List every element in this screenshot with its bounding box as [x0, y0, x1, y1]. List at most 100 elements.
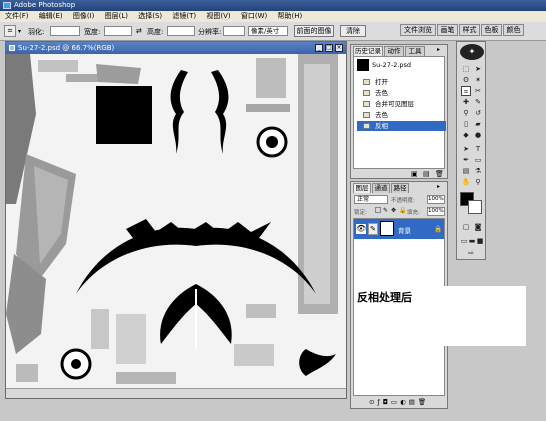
standard-mode-icon[interactable]: ▢	[461, 222, 471, 232]
dodge-tool-icon[interactable]: ●	[473, 130, 483, 140]
feather-label: 羽化:	[28, 28, 45, 36]
shape-tool-icon[interactable]: ▭	[473, 155, 483, 165]
blend-mode-select[interactable]: 正常	[354, 195, 388, 204]
menu-help[interactable]: 帮助(H)	[277, 12, 302, 20]
menu-filter[interactable]: 滤镜(T)	[172, 12, 196, 20]
history-brush-tool-icon[interactable]: ↺	[473, 108, 483, 118]
menu-window[interactable]: 窗口(W)	[241, 12, 267, 20]
history-item-selected[interactable]: 反相	[357, 121, 446, 131]
tab-history[interactable]: 历史记录	[353, 46, 383, 56]
close-icon[interactable]: ×	[335, 44, 343, 52]
background-color-swatch[interactable]	[468, 200, 482, 214]
well-tab-color[interactable]: 颜色	[503, 24, 524, 36]
history-item[interactable]: 去色	[357, 88, 446, 98]
menu-file[interactable]: 文件(F)	[5, 12, 29, 20]
marquee-tool-icon[interactable]: ⬚	[461, 64, 471, 74]
resolution-unit-select[interactable]: 像素/英寸	[248, 26, 288, 36]
width-input[interactable]	[104, 26, 132, 36]
opacity-label: 不透明度:	[391, 198, 415, 204]
trash-icon[interactable]: 🗑	[435, 170, 444, 178]
tab-layers[interactable]: 图层	[353, 183, 371, 193]
new-layer-icon[interactable]: ▤	[409, 398, 418, 406]
eyedropper-tool-icon[interactable]: ⚗	[473, 166, 483, 176]
history-item[interactable]: 打开	[357, 77, 446, 87]
type-tool-icon[interactable]: T	[473, 144, 483, 154]
magic-wand-tool-icon[interactable]: ✶	[473, 75, 483, 85]
feather-input[interactable]	[50, 26, 80, 36]
toolbox: ✦ ⬚ ➤ ʘ ✶ ⌗ ✂ ✚ ✎ ⚲ ↺ ▯ ▰ ◆ ● ➤ T ✒ ▭ ▤ …	[456, 41, 486, 260]
maximize-icon[interactable]: □	[325, 44, 333, 52]
history-state-icon	[363, 79, 370, 85]
tab-actions[interactable]: 动作	[384, 46, 404, 56]
panel-menu-icon[interactable]: ▸	[437, 183, 440, 190]
move-lock-icon[interactable]: ✥	[391, 207, 396, 214]
new-document-icon[interactable]: ▤	[423, 170, 430, 178]
menu-layer[interactable]: 图层(L)	[105, 12, 128, 20]
folder-icon[interactable]: ▭	[391, 398, 400, 406]
lasso-tool-icon[interactable]: ʘ	[461, 75, 471, 85]
zoom-tool-icon[interactable]: ⚲	[473, 177, 483, 187]
panel-menu-icon[interactable]: ▸	[437, 46, 440, 53]
trash-icon[interactable]: 🗑	[418, 398, 429, 406]
lock-icon[interactable]: 🔒	[399, 207, 406, 214]
layer-name: 背景	[398, 227, 411, 235]
tab-paths[interactable]: 路径	[391, 183, 409, 193]
move-tool-icon[interactable]: ➤	[473, 64, 483, 74]
resolution-input[interactable]	[223, 26, 245, 36]
document-status-bar	[6, 388, 346, 398]
document-canvas[interactable]	[6, 54, 346, 388]
well-tab-styles[interactable]: 样式	[459, 24, 480, 36]
eraser-tool-icon[interactable]: ▯	[461, 119, 471, 129]
hand-tool-icon[interactable]: ✋	[461, 177, 471, 187]
menu-image[interactable]: 图像(I)	[73, 12, 95, 20]
swap-icon[interactable]: ⇄	[136, 27, 142, 35]
clone-stamp-tool-icon[interactable]: ⚲	[461, 108, 471, 118]
new-snapshot-icon[interactable]: ▣	[411, 170, 418, 178]
brush-lock-icon[interactable]: ✎	[383, 207, 388, 214]
jump-to-imageready-icon[interactable]: ⇨	[466, 248, 476, 258]
brush-icon: ✎	[368, 223, 378, 235]
adobe-feather-icon[interactable]: ✦	[460, 44, 484, 60]
fill-input[interactable]: 100%	[427, 207, 445, 216]
tab-channels[interactable]: 通道	[372, 183, 390, 193]
mask-icon[interactable]: ◘	[383, 398, 391, 406]
well-tab-brushes[interactable]: 画笔	[437, 24, 458, 36]
front-image-button[interactable]: 前面的图像	[294, 25, 334, 37]
pen-tool-icon[interactable]: ✒	[461, 155, 471, 165]
lock-transparency-checkbox[interactable]	[375, 207, 381, 213]
history-item[interactable]: 合并可见图层	[357, 99, 446, 109]
healing-brush-tool-icon[interactable]: ✚	[461, 97, 471, 107]
screen-mode-full-icon[interactable]: ■	[475, 236, 485, 246]
well-tab-file-browser[interactable]: 文件浏览	[400, 24, 436, 36]
tool-preset-chevron-icon[interactable]: ▾	[18, 28, 21, 35]
document-icon	[9, 45, 15, 51]
notes-tool-icon[interactable]: ▤	[461, 166, 471, 176]
resolution-unit-value: 像素/英寸	[251, 27, 280, 35]
clear-button[interactable]: 清除	[340, 25, 366, 37]
well-tab-swatches[interactable]: 色板	[481, 24, 502, 36]
tab-tools[interactable]: 工具	[405, 46, 425, 56]
snapshot-label[interactable]: Su-27-2.psd	[372, 61, 411, 69]
crop-tool-icon[interactable]: ⌗	[461, 86, 471, 96]
quick-mask-mode-icon[interactable]: ◙	[473, 222, 483, 232]
layer-actions-bar: ⊙ƒ◘▭◐▤🗑	[369, 398, 429, 406]
path-selection-tool-icon[interactable]: ➤	[461, 144, 471, 154]
menu-edit[interactable]: 编辑(E)	[39, 12, 63, 20]
menu-view[interactable]: 视图(V)	[206, 12, 230, 20]
height-input[interactable]	[167, 26, 195, 36]
height-label: 高度:	[147, 28, 164, 36]
adjustment-icon[interactable]: ◐	[400, 398, 409, 406]
slice-tool-icon[interactable]: ✂	[473, 86, 483, 96]
brush-tool-icon[interactable]: ✎	[473, 97, 483, 107]
crop-tool-icon[interactable]: ⌗	[4, 25, 16, 37]
history-item[interactable]: 去色	[357, 110, 446, 120]
history-state-icon	[363, 90, 370, 96]
layer-row-background[interactable]: 👁 ✎ 背景 🔒	[354, 219, 444, 239]
history-item-label: 反相	[375, 122, 388, 130]
menu-select[interactable]: 选择(S)	[138, 12, 162, 20]
eye-icon[interactable]: 👁	[356, 224, 366, 234]
blur-tool-icon[interactable]: ◆	[461, 130, 471, 140]
opacity-input[interactable]: 100%	[427, 195, 445, 204]
gradient-tool-icon[interactable]: ▰	[473, 119, 483, 129]
minimize-icon[interactable]: _	[315, 44, 323, 52]
